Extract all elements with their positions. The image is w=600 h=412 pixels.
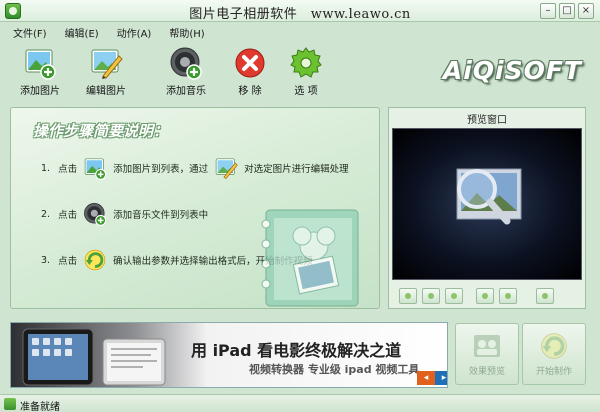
- photo-album-decoration: [256, 188, 376, 308]
- preview-stop-button[interactable]: [476, 288, 494, 304]
- preview-effect-button[interactable]: 效果预览: [455, 323, 519, 385]
- preview-controls: [399, 288, 554, 304]
- add-music-icon: [83, 202, 107, 226]
- add-music-label: 添加音乐: [166, 86, 206, 97]
- remove-icon: [233, 46, 267, 80]
- ad-banner[interactable]: 用 iPad 看电影终极解决之道 视频转换器 专业级 ipad 视频工具 ◂ ▸: [10, 322, 448, 388]
- edit-image-label: 编辑图片: [86, 86, 126, 97]
- instruction-panel: 操作步骤简要说明： 1. 点击 添加图片到列表，通过 对选定图片进行编辑处理 2: [10, 107, 380, 309]
- preview-effect-label: 效果预览: [468, 367, 505, 377]
- edit-image-button[interactable]: 编辑图片: [74, 46, 138, 97]
- menu-help[interactable]: 帮助(H): [164, 22, 217, 40]
- menu-file[interactable]: 文件(F): [8, 22, 60, 40]
- options-button[interactable]: 选 项: [274, 46, 338, 97]
- banner-next-button[interactable]: ▸: [435, 371, 447, 385]
- status-icon: [4, 398, 16, 410]
- add-image-icon: [23, 46, 57, 80]
- brand-logo: AiQiSOFT: [442, 56, 582, 85]
- start-create-icon: [83, 248, 107, 272]
- remove-button[interactable]: 移 除: [218, 46, 282, 97]
- add-image-button[interactable]: 添加图片: [8, 46, 72, 97]
- start-create-icon: [539, 331, 569, 361]
- preview-play-button[interactable]: [445, 288, 463, 304]
- preview-last-button[interactable]: [536, 288, 554, 304]
- step-text: 添加图片到列表，通过: [113, 164, 209, 175]
- options-label: 选 项: [294, 86, 318, 97]
- start-create-button[interactable]: 开始制作: [522, 323, 586, 385]
- step-2: 2. 点击 添加音乐文件到列表中: [41, 202, 208, 226]
- preview-title: 预览窗口: [467, 115, 507, 126]
- guide-title: 操作步骤简要说明：: [33, 122, 169, 140]
- window-title: 图片电子相册软件 www.leawo.cn: [189, 7, 411, 22]
- close-button[interactable]: ×: [578, 3, 594, 19]
- preview-effect-icon: [472, 331, 502, 361]
- preview-first-button[interactable]: [399, 288, 417, 304]
- edit-image-icon: [214, 156, 238, 180]
- menu-bar: 文件(F) 编辑(E) 动作(A) 帮助(H): [0, 22, 600, 40]
- title-bar: 图片电子相册软件 www.leawo.cn – □ ×: [0, 0, 600, 22]
- status-text: 准备就绪: [20, 402, 60, 412]
- step-text: 对选定图片进行编辑处理: [244, 164, 349, 175]
- banner-subline: 视频转换器 专业级 ipad 视频工具: [249, 363, 420, 376]
- step-number: 3.: [41, 254, 51, 266]
- ipad-image: [22, 328, 166, 386]
- step-click-text: 点击: [58, 210, 78, 221]
- step-number: 1.: [41, 162, 51, 174]
- remove-label: 移 除: [238, 86, 262, 97]
- window-controls: – □ ×: [540, 3, 594, 19]
- step-text: 添加音乐文件到列表中: [113, 210, 209, 221]
- preview-panel: 预览窗口: [388, 107, 586, 309]
- step-number: 2.: [41, 208, 51, 220]
- add-music-icon: [169, 46, 203, 80]
- toolbar: 添加图片 编辑图片 添加音乐 移 除 选 项 AiQiSOFT: [0, 40, 600, 100]
- edit-image-icon: [89, 46, 123, 80]
- preview-screen: [392, 128, 582, 280]
- add-image-label: 添加图片: [20, 86, 60, 97]
- banner-prev-button[interactable]: ◂: [417, 371, 435, 385]
- maximize-button[interactable]: □: [559, 3, 575, 19]
- add-image-icon: [83, 156, 107, 180]
- status-bar: 准备就绪: [0, 394, 600, 412]
- add-music-button[interactable]: 添加音乐: [154, 46, 218, 97]
- menu-edit[interactable]: 编辑(E): [60, 22, 112, 40]
- preview-next-button[interactable]: [499, 288, 517, 304]
- step-1: 1. 点击 添加图片到列表，通过 对选定图片进行编辑处理: [41, 156, 349, 180]
- start-create-label: 开始制作: [535, 367, 572, 377]
- menu-action[interactable]: 动作(A): [112, 22, 165, 40]
- minimize-button[interactable]: –: [540, 3, 556, 19]
- options-gear-icon: [289, 46, 323, 80]
- step-click-text: 点击: [58, 256, 78, 267]
- step-click-text: 点击: [58, 164, 78, 175]
- banner-headline: 用 iPad 看电影终极解决之道: [191, 341, 402, 360]
- preview-search-image-icon: [456, 168, 522, 225]
- preview-prev-button[interactable]: [422, 288, 440, 304]
